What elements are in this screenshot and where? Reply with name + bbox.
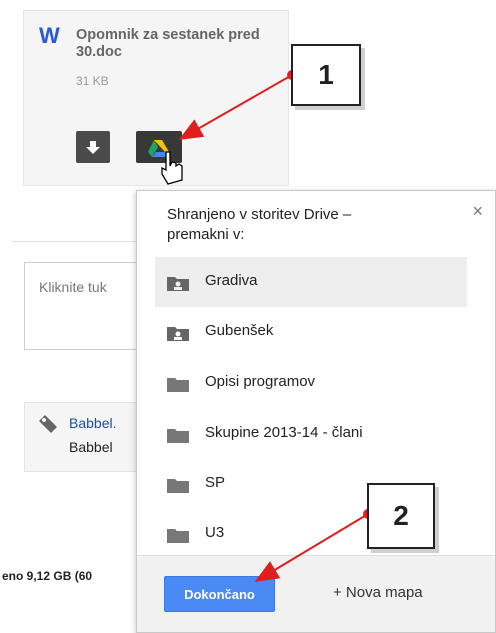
- arrow-1: [178, 74, 293, 140]
- callout-2: 2: [367, 483, 435, 549]
- hand-cursor-icon: [161, 151, 183, 185]
- arrow-2: [254, 513, 369, 583]
- callout-1: 1: [291, 44, 361, 106]
